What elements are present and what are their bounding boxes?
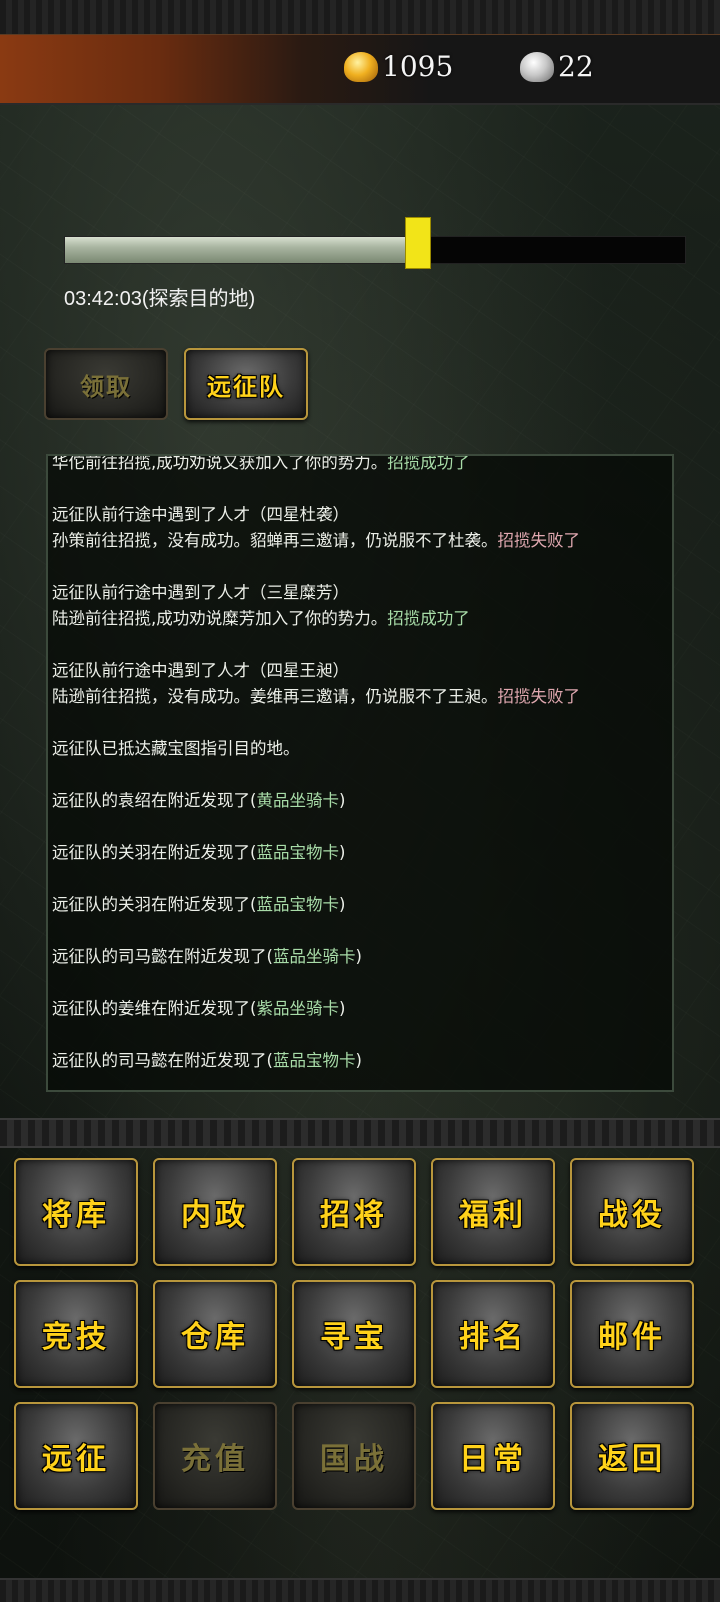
menu-button[interactable]: 战役 (570, 1158, 694, 1266)
log-text: 远征队的关羽在附近发现了( (52, 895, 257, 914)
item-name-text: 蓝品宝物卡 (256, 843, 339, 862)
log-entry: 远征队的关羽在附近发现了(蓝品宝物卡) (52, 892, 666, 918)
expedition-log-list: 华佗前往招揽,成功劝说又获加入了你的势力。招揽成功了 远征队前行途中遇到了人才（四… (52, 454, 666, 1074)
log-spacer (52, 970, 666, 996)
log-text: 远征队的司马懿在附近发现了( (52, 947, 273, 966)
top-border (0, 0, 720, 36)
log-text: ) (355, 947, 362, 966)
log-entry: 远征队已抵达藏宝图指引目的地。 (52, 736, 666, 762)
item-name-text: 蓝品宝物卡 (272, 1051, 356, 1070)
item-name-text: 蓝品坐骑卡 (272, 947, 356, 966)
log-spacer (52, 1022, 666, 1048)
log-spacer (52, 918, 666, 944)
menu-button[interactable]: 将库 (14, 1158, 138, 1266)
silver-value: 22 (558, 50, 594, 83)
log-text: 远征队前行途中遇到了人才（三星糜芳） (52, 583, 349, 602)
log-spacer (52, 710, 666, 736)
log-text: 陆逊前往招揽，没有成功。姜维再三邀请，仍说服不了王昶。 (52, 687, 498, 706)
log-text: 远征队已抵达藏宝图指引目的地。 (52, 739, 300, 758)
log-spacer (52, 762, 666, 788)
progress-marker-flag-icon (404, 217, 431, 269)
menu-button[interactable]: 远征 (14, 1402, 138, 1510)
item-name-text: 蓝品宝物卡 (256, 895, 339, 914)
log-text: 远征队前行途中遇到了人才（四星王昶） (52, 661, 349, 680)
log-entry: 远征队的司马懿在附近发现了(蓝品宝物卡) (52, 1048, 666, 1074)
gold-value: 1095 (382, 50, 454, 83)
log-entry: 远征队前行途中遇到了人才（四星杜袭） (52, 502, 666, 528)
log-text: 远征队的关羽在附近发现了( (52, 843, 257, 862)
gold-ingot-icon (344, 51, 378, 82)
log-entry: 陆逊前往招揽,成功劝说糜芳加入了你的势力。招揽成功了 (52, 606, 666, 632)
menu-button[interactable]: 充值 (153, 1402, 277, 1510)
log-text: 远征队前行途中遇到了人才（四星杜袭） (52, 505, 349, 524)
menu-button[interactable]: 排名 (431, 1280, 555, 1388)
menu-divider (0, 1118, 720, 1148)
log-text: 陆逊前往招揽,成功劝说糜芳加入了你的势力。 (52, 609, 388, 628)
menu-button[interactable]: 返回 (570, 1402, 694, 1510)
menu-button[interactable]: 内政 (153, 1158, 277, 1266)
log-spacer (52, 866, 666, 892)
silver-counter: 22 (520, 50, 594, 83)
log-entry: 陆逊前往招揽，没有成功。姜维再三邀请，仍说服不了王昶。招揽失败了 (52, 684, 666, 710)
log-spacer (52, 554, 666, 580)
log-text: 远征队的姜维在附近发现了( (52, 999, 257, 1018)
expedition-progress-bar (64, 217, 686, 269)
menu-button[interactable]: 招将 (292, 1158, 416, 1266)
item-name-text: 紫品坐骑卡 (256, 999, 339, 1018)
log-entry: 远征队的司马懿在附近发现了(蓝品坐骑卡) (52, 944, 666, 970)
log-text: ) (338, 895, 346, 914)
log-entry: 远征队的姜维在附近发现了(紫品坐骑卡) (52, 996, 666, 1022)
silver-ingot-icon (520, 51, 554, 82)
menu-button[interactable]: 国战 (292, 1402, 416, 1510)
bottom-border (0, 1578, 720, 1602)
log-entry: 远征队前行途中遇到了人才（四星王昶） (52, 658, 666, 684)
log-entry: 远征队的袁绍在附近发现了(黄品坐骑卡) (52, 788, 666, 814)
claim-button[interactable]: 领取 (44, 348, 168, 420)
log-entry: 华佗前往招揽,成功劝说又获加入了你的势力。招揽成功了 (52, 454, 666, 476)
expedition-status-text: 03:42:03(探索目的地) (64, 288, 256, 310)
recruit-success-text: 招揽成功了 (387, 454, 470, 472)
recruit-fail-text: 招揽失败了 (497, 531, 581, 550)
log-entry: 远征队的关羽在附近发现了(蓝品宝物卡) (52, 840, 666, 866)
log-text: 华佗前往招揽,成功劝说又获加入了你的势力。 (52, 454, 388, 472)
log-spacer (52, 476, 666, 502)
log-text: ) (338, 843, 346, 862)
menu-button[interactable]: 寻宝 (292, 1280, 416, 1388)
log-text: 孙策前往招揽，没有成功。貂蝉再三邀请，仍说服不了杜袭。 (52, 531, 498, 550)
menu-button[interactable]: 仓库 (153, 1280, 277, 1388)
menu-button[interactable]: 邮件 (570, 1280, 694, 1388)
progress-fill (65, 237, 431, 263)
log-entry: 孙策前往招揽，没有成功。貂蝉再三邀请，仍说服不了杜袭。招揽失败了 (52, 528, 666, 554)
log-text: ) (355, 1051, 362, 1070)
expedition-log-panel[interactable]: 华佗前往招揽,成功劝说又获加入了你的势力。招揽成功了 远征队前行途中遇到了人才（四… (46, 454, 674, 1092)
menu-button[interactable]: 福利 (431, 1158, 555, 1266)
recruit-success-text: 招揽成功了 (387, 609, 470, 628)
log-text: ) (338, 999, 346, 1018)
menu-button[interactable]: 日常 (431, 1402, 555, 1510)
gold-counter: 1095 (344, 50, 453, 83)
log-text: 远征队的司马懿在附近发现了( (52, 1051, 273, 1070)
menu-button[interactable]: 竞技 (14, 1280, 138, 1388)
recruit-fail-text: 招揽失败了 (497, 687, 581, 706)
item-name-text: 黄品坐骑卡 (256, 791, 339, 810)
log-text: 远征队的袁绍在附近发现了( (52, 791, 257, 810)
log-spacer (52, 632, 666, 658)
log-spacer (52, 814, 666, 840)
log-text: ) (338, 791, 346, 810)
log-entry: 远征队前行途中遇到了人才（三星糜芳） (52, 580, 666, 606)
expedition-team-button[interactable]: 远征队 (184, 348, 308, 420)
